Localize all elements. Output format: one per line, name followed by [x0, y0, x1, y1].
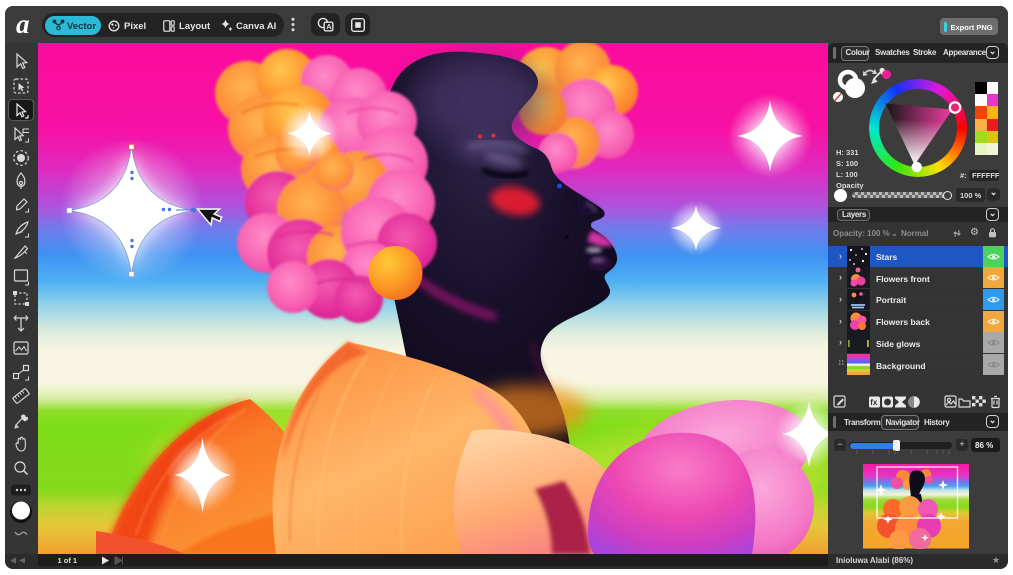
svg-text:fx: fx	[870, 398, 878, 407]
svg-text:a: a	[16, 12, 30, 37]
svg-text:A: A	[326, 22, 332, 31]
